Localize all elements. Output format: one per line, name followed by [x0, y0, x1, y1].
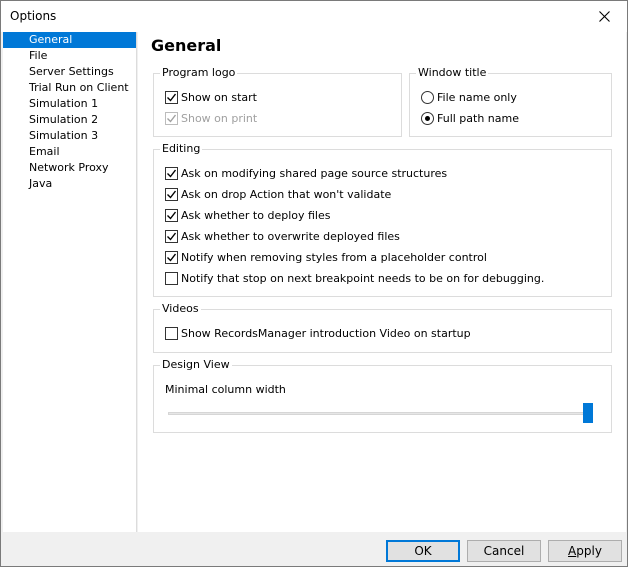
check-icon — [167, 190, 176, 199]
nav-item-simulation-2[interactable]: Simulation 2 — [3, 112, 136, 128]
nav-item-java[interactable]: Java — [3, 176, 136, 192]
notify-removing-styles-checkbox[interactable]: Notify when removing styles from a place… — [165, 249, 487, 265]
full-path-name-radio[interactable]: Full path name — [421, 110, 519, 126]
checkbox-label: Ask whether to overwrite deployed files — [181, 229, 400, 243]
button-bar: OK Cancel Apply — [1, 532, 627, 566]
group-title-window-title: Window title — [416, 66, 489, 80]
checkbox-label: Ask on drop Action that won't validate — [181, 187, 392, 201]
show-intro-video-checkbox[interactable]: Show RecordsManager introduction Video o… — [165, 325, 471, 341]
checkbox-box — [165, 90, 178, 104]
ask-modify-shared-source-checkbox[interactable]: Ask on modifying shared page source stru… — [165, 165, 447, 181]
nav-item-general[interactable]: General — [3, 32, 136, 48]
close-button[interactable] — [581, 1, 627, 32]
checkbox-box — [165, 326, 178, 340]
checkbox-label: Ask whether to deploy files — [181, 208, 331, 222]
checkbox-label: Show RecordsManager introduction Video o… — [181, 326, 471, 340]
nav-item-simulation-1[interactable]: Simulation 1 — [3, 96, 136, 112]
checkbox-box — [165, 187, 178, 201]
options-nav-list: General File Server Settings Trial Run o… — [3, 32, 137, 532]
checkbox-label: Notify that stop on next breakpoint need… — [181, 271, 545, 285]
ask-deploy-files-checkbox[interactable]: Ask whether to deploy files — [165, 207, 330, 223]
nav-item-server-settings[interactable]: Server Settings — [3, 64, 136, 80]
nav-item-email[interactable]: Email — [3, 144, 136, 160]
window-title: Options — [10, 9, 57, 23]
ask-overwrite-deployed-checkbox[interactable]: Ask whether to overwrite deployed files — [165, 228, 400, 244]
editing-group: Editing Ask on modifying shared page sou… — [153, 142, 612, 297]
checkbox-label: Show on start — [181, 90, 257, 104]
show-on-start-checkbox[interactable]: Show on start — [165, 89, 257, 105]
column-width-slider-track[interactable] — [168, 412, 592, 415]
radio-label: Full path name — [437, 111, 520, 125]
checkbox-label: Ask on modifying shared page source stru… — [181, 166, 448, 180]
nav-item-file[interactable]: File — [3, 48, 136, 64]
ask-drop-action-checkbox[interactable]: Ask on drop Action that won't validate — [165, 186, 391, 202]
apply-button[interactable]: Apply — [548, 540, 622, 562]
checkbox-box — [165, 271, 178, 285]
ok-button[interactable]: OK — [386, 540, 460, 562]
title-bar: Options — [1, 1, 627, 32]
checkbox-box — [165, 111, 178, 125]
checkbox-label: Notify when removing styles from a place… — [181, 250, 487, 264]
close-icon — [598, 11, 610, 22]
nav-item-simulation-3[interactable]: Simulation 3 — [3, 128, 136, 144]
show-on-print-checkbox: Show on print — [165, 110, 257, 126]
check-icon — [167, 232, 176, 241]
group-title-program-logo: Program logo — [160, 66, 238, 80]
checkbox-box — [165, 208, 178, 222]
checkbox-box — [165, 229, 178, 243]
notify-breakpoint-checkbox[interactable]: Notify that stop on next breakpoint need… — [165, 270, 544, 286]
check-icon — [167, 253, 176, 262]
checkbox-box — [165, 166, 178, 180]
column-width-slider-thumb[interactable] — [583, 403, 593, 423]
group-title-editing: Editing — [160, 142, 203, 156]
check-icon — [167, 169, 176, 178]
page-title: General — [151, 36, 222, 55]
apply-label-rest: pply — [576, 544, 602, 558]
window-title-group: Window title File name only Full path na… — [409, 66, 612, 137]
radio-dot — [425, 115, 430, 121]
videos-group: Videos Show RecordsManager introduction … — [153, 302, 612, 353]
radio-label: File name only — [437, 90, 517, 104]
group-title-videos: Videos — [160, 302, 201, 316]
radio-circle — [421, 111, 434, 125]
nav-item-network-proxy[interactable]: Network Proxy — [3, 160, 136, 176]
radio-circle — [421, 90, 434, 104]
nav-item-trial-run-on-client[interactable]: Trial Run on Client — [3, 80, 136, 96]
design-view-group: Design View Minimal column width — [153, 358, 612, 433]
check-icon — [167, 114, 176, 123]
program-logo-group: Program logo Show on start Show on print — [153, 66, 402, 137]
group-title-design-view: Design View — [160, 358, 232, 372]
options-dialog: Options General File Server Settings Tri… — [0, 0, 628, 567]
check-icon — [167, 93, 176, 102]
settings-panel: General Program logo Show on start Show … — [138, 32, 626, 532]
cancel-button[interactable]: Cancel — [467, 540, 541, 562]
apply-access-key: A — [568, 544, 577, 558]
checkbox-box — [165, 250, 178, 264]
file-name-only-radio[interactable]: File name only — [421, 89, 517, 105]
checkbox-label: Show on print — [181, 111, 258, 125]
check-icon — [167, 211, 176, 220]
slider-label: Minimal column width — [165, 382, 286, 396]
